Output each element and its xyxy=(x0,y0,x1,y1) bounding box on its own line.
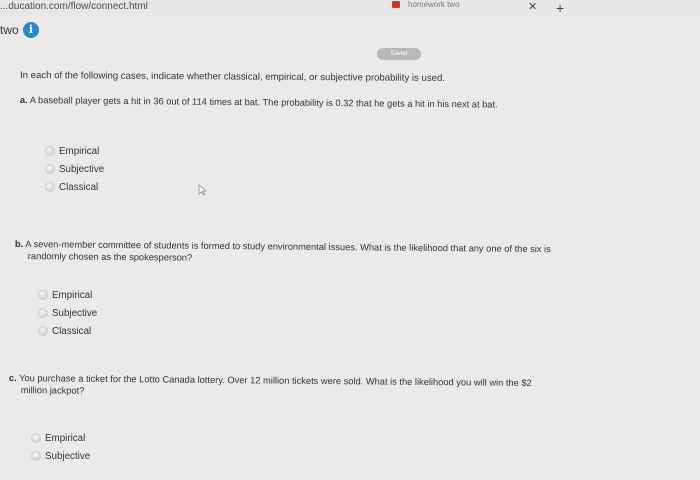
question-line: million jackpot? xyxy=(20,385,85,396)
tab-title: homework two xyxy=(408,0,460,9)
question-b: b. A seven-member committee of students … xyxy=(15,238,551,267)
question-c: c. You purchase a ticket for the Lotto C… xyxy=(9,372,532,401)
option-subjective[interactable]: Subjective xyxy=(38,304,97,322)
question-line: A baseball player gets a hit in 36 out o… xyxy=(29,95,498,110)
radio-button[interactable] xyxy=(38,326,48,336)
mcgraw-hill-icon xyxy=(392,1,400,8)
option-label: Empirical xyxy=(59,145,100,157)
url-bar[interactable]: ...ducation.com/flow/connect.html xyxy=(0,1,148,12)
radio-button[interactable] xyxy=(38,308,48,318)
option-label: Classical xyxy=(52,325,92,337)
assignment-name: two xyxy=(0,23,19,37)
option-empirical[interactable]: Empirical xyxy=(45,142,104,160)
question-a: a. A baseball player gets a hit in 36 ou… xyxy=(20,94,498,111)
radio-button[interactable] xyxy=(38,290,48,300)
option-label: Empirical xyxy=(52,289,93,301)
question-instructions: In each of the following cases, indicate… xyxy=(19,70,446,84)
radio-button[interactable] xyxy=(31,433,41,443)
question-a-text: a. A baseball player gets a hit in 36 ou… xyxy=(20,94,498,111)
option-label: Classical xyxy=(59,181,99,193)
option-classical[interactable]: Classical xyxy=(38,322,97,340)
option-empirical[interactable]: Empirical xyxy=(38,286,97,304)
radio-button[interactable] xyxy=(45,182,55,192)
option-classical[interactable]: Classical xyxy=(45,178,104,196)
option-subjective[interactable]: Subjective xyxy=(31,447,90,465)
close-tab-icon[interactable]: ✕ xyxy=(528,2,537,13)
option-label: Subjective xyxy=(59,163,105,175)
question-letter: a. xyxy=(19,94,28,106)
question-c-options: Empirical Subjective xyxy=(31,429,90,465)
new-tab-icon[interactable]: + xyxy=(556,1,564,15)
option-label: Empirical xyxy=(45,432,86,444)
question-letter: b. xyxy=(14,238,24,250)
option-subjective[interactable]: Subjective xyxy=(45,160,104,178)
mouse-cursor-icon xyxy=(198,184,208,196)
radio-button[interactable] xyxy=(45,164,55,174)
question-a-options: Empirical Subjective Classical xyxy=(45,142,104,196)
question-b-options: Empirical Subjective Classical xyxy=(38,286,97,340)
radio-button[interactable] xyxy=(45,146,55,156)
saved-status-badge: Saved xyxy=(377,48,421,60)
browser-tab[interactable]: homework two xyxy=(392,0,460,9)
question-line: randomly chosen as the spokesperson? xyxy=(27,251,193,263)
info-icon[interactable]: i xyxy=(23,22,39,38)
question-letter: c. xyxy=(8,372,17,384)
option-label: Subjective xyxy=(45,450,91,462)
option-label: Subjective xyxy=(52,307,98,319)
option-empirical[interactable]: Empirical xyxy=(31,429,90,447)
browser-toolbar: ...ducation.com/flow/connect.html homewo… xyxy=(0,0,700,16)
radio-button[interactable] xyxy=(31,451,41,461)
